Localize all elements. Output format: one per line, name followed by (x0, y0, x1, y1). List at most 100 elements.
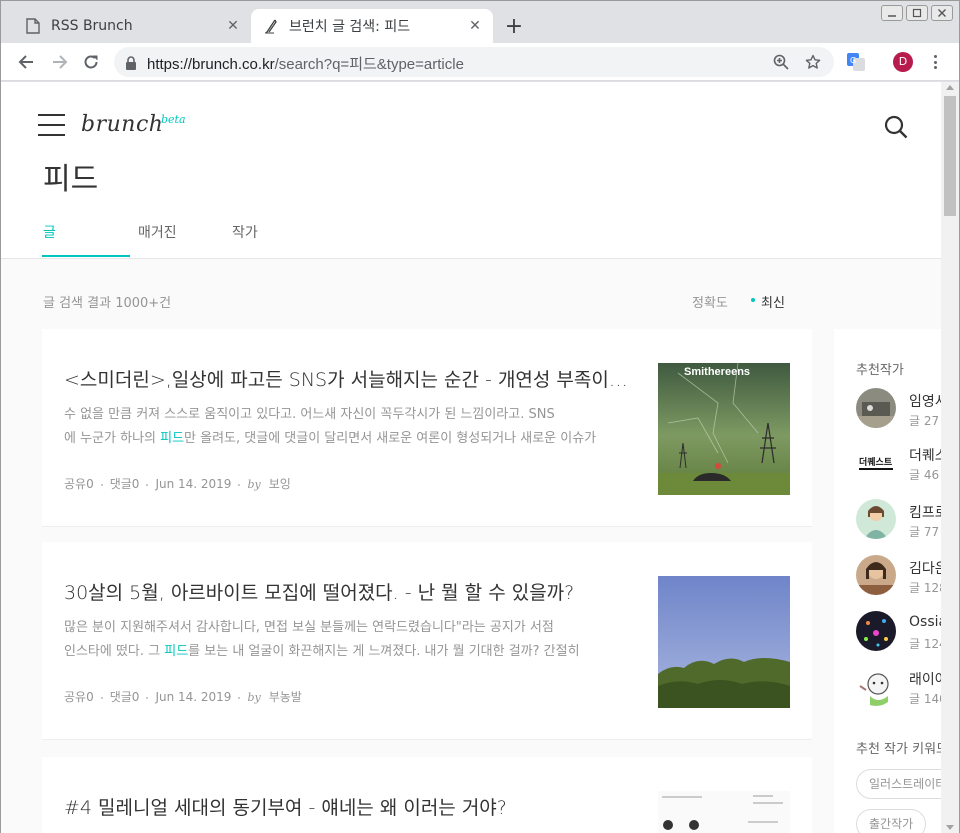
article-title[interactable]: <스미더린>,일상에 파고든 SNS가 서늘해지는 순간 - 개연성 부족이 아… (64, 365, 629, 392)
writer-avatar (856, 666, 896, 706)
article-thumbnail[interactable]: Smithereens (658, 363, 790, 495)
writer-item[interactable]: 더퀘스트 더퀘스트 글 46 (856, 442, 941, 484)
page-viewport: brunch beta 피드 글 매거진 작가 글 검색 결과 1000+건 정… (1, 82, 941, 833)
sort-latest[interactable]: 최신 (761, 292, 785, 311)
publish-date: Jun 14. 2019 (155, 477, 232, 491)
author-name[interactable]: 보잉 (269, 477, 291, 491)
scroll-thumb[interactable] (944, 96, 956, 216)
tab-magazines[interactable]: 매거진 (138, 222, 177, 242)
writer-name: 킴프로 (909, 505, 941, 521)
document-icon (25, 18, 41, 34)
tab-title: 브런치 글 검색: 피드 (289, 19, 411, 35)
forward-icon[interactable] (48, 50, 72, 74)
article-excerpt: 수 없을 만큼 커져 스스로 움직이고 있다고. 어느새 자신이 꼭두각시가 된… (64, 403, 634, 451)
share-count: 공유0 (64, 477, 94, 491)
scroll-up-arrow-icon[interactable] (946, 85, 954, 90)
writer-item[interactable]: Ossian 글 124 (856, 611, 941, 653)
window-close-button[interactable] (931, 5, 953, 21)
tab-brunch-search[interactable]: 브런치 글 검색: 피드 ✕ (251, 9, 493, 43)
back-icon[interactable] (14, 50, 38, 74)
sort-active-dot (751, 298, 755, 302)
publish-date: Jun 14. 2019 (155, 690, 232, 704)
beta-label: beta (161, 113, 186, 126)
profile-avatar[interactable]: D (893, 52, 913, 72)
translate-extension-icon[interactable]: G (847, 53, 865, 71)
browser-menu-icon[interactable] (927, 53, 943, 71)
zoom-icon[interactable] (772, 53, 790, 71)
recommended-writers-panel: 추천작가 임영서 글 27 더퀘스트 더퀘스트 글 46 킴프로 (834, 329, 941, 833)
writer-name: Ossian (909, 614, 941, 630)
article-title[interactable]: #4 밀레니얼 세대의 동기부여 - 얘네는 왜 이러는 거야? (64, 793, 629, 820)
keyword-section-title: 추천 작가 키워드 (856, 742, 941, 757)
menu-icon[interactable] (38, 114, 65, 136)
writer-post-count: 글 140 (909, 692, 941, 706)
keyword-highlight: 피드 (164, 644, 189, 659)
sort-accuracy[interactable]: 정확도 (692, 292, 728, 311)
tab-close-icon[interactable]: ✕ (465, 16, 485, 36)
result-count: 글 검색 결과 1000+건 (43, 296, 172, 311)
keyword-chip[interactable]: 출간작가 (856, 809, 927, 833)
page-scrollbar[interactable] (941, 82, 959, 833)
lock-icon (125, 55, 137, 74)
article-card[interactable]: <스미더린>,일상에 파고든 SNS가 서늘해지는 순간 - 개연성 부족이 아… (42, 329, 812, 527)
writer-post-count: 글 77 (909, 525, 940, 539)
tab-close-icon[interactable]: ✕ (223, 16, 243, 36)
excerpt-line: 인스타에 떴다. 그 피드를 보는 내 얼굴이 화끈해지는 게 느껴졌다. 내가… (64, 640, 634, 664)
tab-rss-brunch[interactable]: RSS Brunch ✕ (15, 9, 251, 43)
maximize-button[interactable] (906, 5, 928, 21)
excerpt-line: 수 없을 만큼 커져 스스로 움직이고 있다고. 어느새 자신이 꼭두각시가 된… (64, 407, 555, 422)
writer-name: 래이어 (909, 672, 941, 688)
brunch-logo[interactable]: brunch (81, 112, 163, 137)
tab-writers[interactable]: 작가 (232, 222, 258, 242)
article-thumbnail[interactable] (658, 576, 790, 708)
by-label: by (247, 478, 261, 491)
search-query-title: 피드 (43, 162, 99, 197)
article-excerpt: 많은 분이 지원해주셔서 감사합니다, 면접 보실 분들께는 연락드렸습니다"라… (64, 616, 634, 664)
tab-articles[interactable]: 글 (43, 222, 56, 242)
tab-title: RSS Brunch (51, 18, 133, 34)
writer-name: 임영서 (909, 394, 941, 410)
sidebar-title: 추천작가 (856, 363, 904, 378)
minimize-button[interactable] (881, 5, 903, 21)
article-thumbnail[interactable] (658, 791, 790, 833)
excerpt-text: 인스타에 떴다. 그 (64, 644, 165, 659)
writer-avatar (856, 388, 896, 428)
url-text: https://brunch.co.kr/search?q=피드&type=ar… (147, 53, 464, 74)
page-header: brunch beta 피드 글 매거진 작가 (1, 82, 941, 259)
article-meta: 공유0 댓글0 Jun 14. 2019 by 부농발 (64, 688, 302, 705)
writer-name: 김다은 (909, 561, 941, 577)
excerpt-line: 에 누군가 하나의 피드만 올려도, 댓글에 댓글이 달리면서 새로운 여론이 … (64, 427, 634, 451)
keyword-chip[interactable]: 일러스트레이터 (856, 769, 941, 799)
article-title[interactable]: 30살의 5월, 아르바이트 모집에 떨어졌다. - 난 뭘 할 수 있을까? (64, 578, 629, 605)
svg-text:G: G (850, 56, 856, 65)
scroll-down-arrow-icon[interactable] (946, 825, 954, 830)
writer-avatar (856, 555, 896, 595)
excerpt-text: 를 보는 내 얼굴이 화끈해지는 게 느껴졌다. 내가 뭘 기대한 걸까? 간절… (188, 644, 580, 659)
share-count: 공유0 (64, 690, 94, 704)
article-card[interactable]: #4 밀레니얼 세대의 동기부여 - 얘네는 왜 이러는 거야? (42, 757, 812, 833)
article-card[interactable]: 30살의 5월, 아르바이트 모집에 떨어졌다. - 난 뭘 할 수 있을까? … (42, 542, 812, 740)
window-controls (881, 5, 953, 21)
writer-name: 더퀘스트 (909, 448, 941, 464)
author-name[interactable]: 부농발 (269, 690, 302, 704)
search-icon[interactable] (883, 114, 909, 140)
brunch-pen-icon (263, 18, 279, 34)
writer-item[interactable]: 김다은 글 128 (856, 555, 941, 597)
address-bar[interactable]: https://brunch.co.kr/search?q=피드&type=ar… (114, 47, 834, 77)
excerpt-line: 많은 분이 지원해주셔서 감사합니다, 면접 보실 분들께는 연락드렸습니다"라… (64, 620, 554, 635)
writer-item[interactable]: 래이어 글 140 (856, 666, 941, 708)
new-tab-button[interactable]: + (501, 15, 527, 41)
excerpt-text: 만 올려도, 댓글에 댓글이 달리면서 새로운 여론이 형성되거나 새로운 이슈… (184, 431, 597, 446)
writer-avatar (856, 611, 896, 651)
comment-count: 댓글0 (109, 477, 140, 491)
url-host: https://brunch.co.kr (147, 56, 275, 73)
reload-icon[interactable] (79, 50, 103, 74)
writer-item[interactable]: 킴프로 글 77 (856, 499, 941, 541)
bookmark-star-icon[interactable] (804, 53, 822, 71)
writer-post-count: 글 27 (909, 414, 940, 428)
article-meta: 공유0 댓글0 Jun 14. 2019 by 보잉 (64, 475, 291, 492)
url-path: /search?q=피드&type=article (274, 56, 464, 73)
excerpt-text: 에 누군가 하나의 (64, 431, 161, 446)
writer-logo-text: 더퀘스트 (859, 456, 893, 468)
writer-item[interactable]: 임영서 글 27 (856, 388, 941, 430)
